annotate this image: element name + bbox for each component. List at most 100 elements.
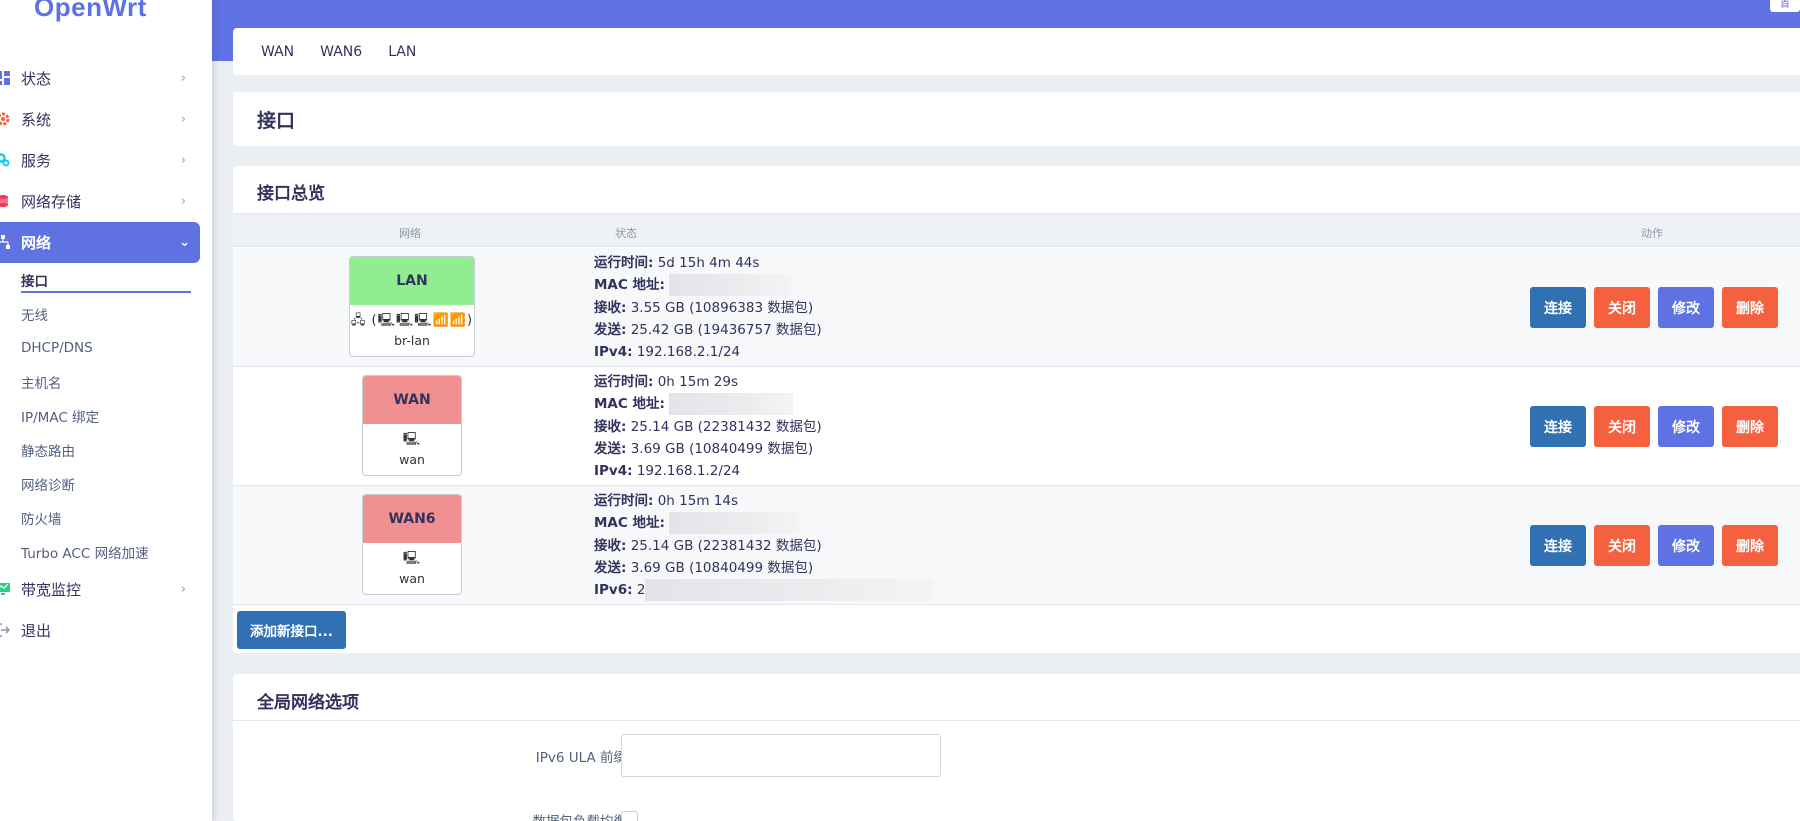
tx-value: 3.69 GB (10840499 数据包)	[630, 440, 814, 457]
sidebar-item-label: 带宽监控	[21, 581, 82, 599]
chevron-right-icon: ›	[180, 194, 186, 209]
interface-device-icons: 🖧 (🖳🖳🖳📶📶)	[350, 313, 474, 328]
status-label: 发送:	[594, 440, 627, 457]
packet-steering-label: 数据包负载均衡	[533, 810, 628, 821]
tx-value: 3.69 GB (10840499 数据包)	[630, 559, 814, 576]
monitor-icon	[0, 583, 10, 595]
database-icon	[0, 195, 8, 207]
status-label: 运行时间:	[594, 374, 654, 390]
tab-wan6[interactable]: WAN6	[320, 44, 362, 60]
delete-button[interactable]: 删除	[1722, 287, 1778, 328]
submenu-item-dhcp-dns[interactable]: DHCP/DNS	[21, 331, 212, 365]
interface-tabs: WAN WAN6 LAN	[233, 28, 1800, 75]
sidebar-item-status[interactable]: 状态 ›	[0, 58, 212, 99]
edit-button[interactable]: 修改	[1658, 287, 1714, 328]
interface-name: LAN	[350, 257, 474, 305]
status-label: 发送:	[594, 559, 627, 576]
sidebar-item-label: 服务	[21, 152, 52, 170]
section-title: 接口总览	[257, 184, 325, 204]
submenu-item-wireless[interactable]: 无线	[21, 297, 212, 331]
network-submenu: 接口 无线 DHCP/DNS 主机名 IP/MAC 绑定 静态路由 网络诊断 防…	[0, 263, 212, 569]
stop-button[interactable]: 关闭	[1594, 525, 1650, 566]
redacted-mac	[669, 393, 794, 416]
sidebar-item-network[interactable]: 网络 ⌄	[0, 222, 200, 263]
sidebar-item-label: 状态	[21, 70, 52, 88]
row-actions: 连接 关闭 修改 删除	[1530, 406, 1778, 447]
connect-button[interactable]: 连接	[1530, 525, 1586, 566]
submenu-item-ip-mac-binding[interactable]: IP/MAC 绑定	[21, 399, 212, 433]
table-row: WAN6 🖳 wan 运行时间: 0h 15m 14s MAC 地址: 接收: …	[233, 486, 1800, 605]
chevron-down-icon: ⌄	[179, 235, 190, 250]
edit-button[interactable]: 修改	[1658, 406, 1714, 447]
chevron-right-icon: ›	[180, 71, 186, 86]
chevron-right-icon: ›	[180, 112, 186, 127]
status-label: IPv6:	[594, 582, 633, 599]
gear-icon	[0, 112, 10, 126]
column-status: 状态	[615, 227, 637, 240]
interface-status: 运行时间: 0h 15m 29s MAC 地址: 接收: 25.14 GB (2…	[594, 371, 822, 482]
page-title-card: 接口	[233, 92, 1800, 146]
ip-value: 2	[636, 582, 646, 599]
status-label: 发送:	[594, 321, 627, 338]
openwrt-logo[interactable]: OpenWrt	[34, 0, 147, 23]
divider	[233, 720, 1800, 721]
page-title: 接口	[257, 110, 296, 132]
submenu-item-diagnostics[interactable]: 网络诊断	[21, 467, 212, 501]
table-row: WAN 🖳 wan 运行时间: 0h 15m 29s MAC 地址: 接收: 2…	[233, 367, 1800, 486]
table-row: LAN 🖧 (🖳🖳🖳📶📶) br-lan 运行时间: 5d 15h 4m 44s…	[233, 248, 1800, 367]
interface-badge-wan[interactable]: WAN 🖳 wan	[362, 375, 462, 476]
interface-status: 运行时间: 0h 15m 14s MAC 地址: 接收: 25.14 GB (2…	[594, 490, 934, 602]
sidebar-item-label: 系统	[21, 111, 52, 129]
tx-value: 25.42 GB (19436757 数据包)	[630, 321, 822, 338]
edit-button[interactable]: 修改	[1658, 525, 1714, 566]
submenu-item-turbo-acc[interactable]: Turbo ACC 网络加速	[21, 535, 212, 569]
interface-badge-lan[interactable]: LAN 🖧 (🖳🖳🖳📶📶) br-lan	[349, 256, 475, 357]
interface-name: WAN	[363, 376, 461, 424]
sidebar-item-bandwidth[interactable]: 带宽监控 ›	[0, 569, 212, 610]
sidebar-item-logout[interactable]: 退出	[0, 610, 212, 651]
status-label: MAC 地址:	[594, 515, 665, 532]
status-label: 运行时间:	[594, 493, 654, 509]
sidebar-menu: 状态 › 系统 › 服务 › 网络存储 › 网络 ⌄ 接口 无线 DHCP/DN…	[0, 58, 212, 651]
submenu-item-firewall[interactable]: 防火墙	[21, 501, 212, 535]
interface-device: br-lan	[394, 333, 430, 348]
interface-device-icons: 🖳	[402, 432, 422, 447]
sidebar-item-services[interactable]: 服务 ›	[0, 140, 212, 181]
sidebar-item-storage[interactable]: 网络存储 ›	[0, 181, 212, 222]
ula-prefix-input[interactable]	[621, 734, 941, 777]
submenu-item-interfaces[interactable]: 接口	[21, 263, 212, 297]
cogs-icon	[0, 153, 10, 167]
row-actions: 连接 关闭 修改 删除	[1530, 287, 1778, 328]
sidebar: OpenWrt 状态 › 系统 › 服务 › 网络存储 › 网络 ⌄ 接口 无线…	[0, 0, 212, 821]
add-interface-button[interactable]: 添加新接口...	[237, 611, 346, 649]
status-label: MAC 地址:	[594, 396, 665, 413]
tab-wan[interactable]: WAN	[261, 44, 294, 60]
connect-button[interactable]: 连接	[1530, 406, 1586, 447]
status-label: IPv4:	[594, 344, 633, 361]
logout-icon	[0, 623, 10, 637]
rx-value: 25.14 GB (22381432 数据包)	[630, 537, 822, 554]
packet-steering-checkbox[interactable]	[621, 811, 638, 821]
dashboard-icon	[0, 71, 10, 85]
chevron-right-icon: ›	[180, 582, 186, 597]
ula-prefix-label: IPv6 ULA 前缀	[535, 750, 627, 766]
section-title: 全局网络选项	[257, 693, 359, 713]
sidebar-item-system[interactable]: 系统 ›	[0, 99, 212, 140]
stop-button[interactable]: 关闭	[1594, 287, 1650, 328]
uptime-value: 5d 15h 4m 44s	[657, 255, 760, 271]
delete-button[interactable]: 删除	[1722, 525, 1778, 566]
submenu-item-hostnames[interactable]: 主机名	[21, 365, 212, 399]
row-actions: 连接 关闭 修改 删除	[1530, 525, 1778, 566]
ip-value: 192.168.1.2/24	[636, 463, 741, 480]
interface-badge-wan6[interactable]: WAN6 🖳 wan	[362, 494, 462, 595]
stop-button[interactable]: 关闭	[1594, 406, 1650, 447]
sitemap-icon	[0, 235, 10, 249]
status-label: 接收:	[594, 418, 627, 435]
interface-overview: 接口总览 网络 状态 动作 LAN 🖧 (🖳🖳🖳📶📶) br-lan 运行时间:…	[233, 166, 1800, 653]
connect-button[interactable]: 连接	[1530, 287, 1586, 328]
rx-value: 3.55 GB (10896383 数据包)	[630, 299, 814, 316]
submenu-item-static-routes[interactable]: 静态路由	[21, 433, 212, 467]
topbar-button[interactable]: 首	[1770, 0, 1800, 12]
tab-lan[interactable]: LAN	[388, 44, 416, 60]
delete-button[interactable]: 删除	[1722, 406, 1778, 447]
